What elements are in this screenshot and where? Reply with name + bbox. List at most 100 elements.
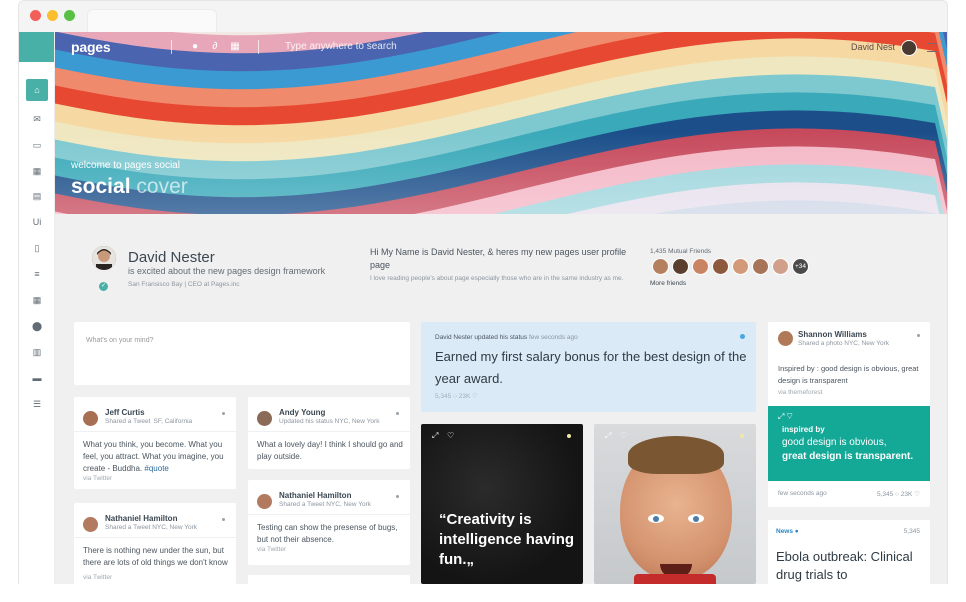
post-text: Testing can show the presense of bugs, b… [257, 523, 398, 544]
avatar[interactable] [257, 411, 272, 426]
verified-icon: ✓ [99, 282, 108, 291]
more-friends-badge[interactable]: +34 [792, 258, 809, 275]
top-bar: pages ● ∂ ▦ Type anywhere to search Davi… [55, 32, 947, 62]
news-card: News ● 5,345 Ebola outbreak: Clinical dr… [768, 520, 930, 584]
post-text: What a lovely day! I think I should go a… [257, 440, 403, 461]
news-headline[interactable]: Ebola outbreak: Clinical drug trials to [776, 548, 926, 584]
post-author[interactable]: Nathaniel Hamilton [279, 491, 351, 500]
profile-location: San Fransisco Bay | CEO at Pages.inc [128, 281, 240, 288]
profile-description: is excited about the new pages design fr… [128, 266, 326, 276]
builder-icon[interactable]: ▤ [26, 185, 48, 207]
friend-avatar[interactable] [652, 258, 669, 275]
options-icon[interactable] [396, 495, 399, 498]
friend-avatar[interactable] [752, 258, 769, 275]
news-tag[interactable]: News ● [776, 528, 799, 535]
quote-card: ⤢ ♡ “Creativity is intelligence having f… [421, 424, 583, 584]
friend-avatar[interactable] [692, 258, 709, 275]
divider [74, 537, 236, 538]
menu-icon[interactable]: ≡ [26, 263, 48, 285]
options-icon[interactable] [222, 412, 225, 415]
cover-subtitle: welcome to pages social [71, 160, 180, 171]
status-highlight-card: David Nester updated his status few seco… [421, 322, 756, 412]
post-author[interactable]: Jeff Curtis [105, 408, 145, 417]
globe-icon[interactable]: ● [189, 41, 201, 53]
mail-icon[interactable]: ✉ [26, 108, 48, 130]
post-card: Jeff Curtis Shared a Tweet SF, Californi… [74, 397, 236, 489]
ui-icon[interactable]: Ui [26, 211, 48, 233]
home-icon[interactable]: ⌂ [26, 79, 48, 101]
post-card [248, 575, 410, 584]
more-friends-link[interactable]: More friends [650, 280, 686, 287]
divider [248, 514, 410, 515]
post-via: via Twitter [83, 475, 113, 482]
options-icon[interactable] [396, 412, 399, 415]
minimize-window-icon[interactable] [47, 10, 58, 21]
heart-icon[interactable]: ♡ [447, 431, 454, 440]
post-author[interactable]: Shannon Williams [798, 330, 867, 339]
expand-icon[interactable]: ⤢ [432, 431, 438, 441]
cover-banner: pages ● ∂ ▦ Type anywhere to search Davi… [55, 32, 947, 214]
post-via: via Twitter [83, 574, 113, 581]
portrait-collar [634, 574, 716, 584]
friend-avatar[interactable] [712, 258, 729, 275]
divider [258, 40, 259, 54]
table-icon[interactable]: ▦ [26, 289, 48, 311]
avatar[interactable] [778, 331, 793, 346]
photo-card: ⤢ ♡ [594, 424, 756, 584]
avatar[interactable] [83, 517, 98, 532]
post-text: Inspired by : good design is obvious, gr… [778, 364, 919, 385]
portrait-eye [688, 514, 704, 523]
close-window-icon[interactable] [30, 10, 41, 21]
profile-avatar[interactable] [92, 246, 116, 270]
expand-icon[interactable]: ⤢ ♡ [778, 412, 793, 422]
status-input[interactable]: What's on your mind? [86, 337, 153, 344]
status-dot [740, 434, 744, 438]
chart-icon[interactable]: ▥ [26, 341, 48, 363]
friend-avatar[interactable] [732, 258, 749, 275]
post-author[interactable]: Andy Young [279, 408, 325, 417]
menu-icon[interactable] [927, 43, 937, 52]
file-icon[interactable]: ▯ [26, 237, 48, 259]
profile-intro-small: I love reading people's about page espec… [370, 275, 624, 282]
hashtag-link[interactable]: #quote [144, 464, 168, 473]
sidebar: ⌂ ✉ ▭ ▦ ▤ Ui ▯ ≡ ▦ ⬤ ▥ ▬ ☰ [19, 32, 55, 584]
app-logo[interactable]: pages [71, 39, 111, 55]
maximize-window-icon[interactable] [64, 10, 75, 21]
user-name[interactable]: David Nest [851, 42, 895, 52]
link-icon[interactable]: ∂ [209, 41, 221, 53]
highlight-meta: David Nester updated his status few seco… [435, 334, 578, 341]
cover-title: social cover [71, 175, 188, 198]
browser-tab[interactable] [87, 9, 217, 33]
calendar-icon[interactable]: ▦ [26, 160, 48, 182]
post-meta: Shared a Tweet NYC, New York [105, 524, 198, 531]
heart-icon[interactable]: ♡ [620, 431, 627, 440]
avatar[interactable] [83, 411, 98, 426]
status-input-card[interactable]: What's on your mind? [74, 322, 410, 385]
post-card: Andy Young Updated his status NYC, New Y… [248, 397, 410, 469]
chat-icon[interactable]: ▭ [26, 134, 48, 156]
post-meta: Updated his status NYC, New York [279, 418, 380, 425]
briefcase-icon[interactable]: ▬ [26, 367, 48, 389]
friend-avatar[interactable] [772, 258, 789, 275]
post-stats: 5,345 ○ 23K ♡ [876, 491, 920, 498]
list-icon[interactable]: ☰ [26, 393, 48, 415]
options-icon[interactable] [917, 334, 920, 337]
app-window: ⌂ ✉ ▭ ▦ ▤ Ui ▯ ≡ ▦ ⬤ ▥ ▬ ☰ pages ● ∂ ▦ Type anywhere… [18, 32, 948, 584]
divider [248, 431, 410, 432]
search-input[interactable]: Type anywhere to search [285, 41, 397, 52]
post-author[interactable]: Nathaniel Hamilton [105, 514, 177, 523]
avatar[interactable] [257, 494, 272, 509]
portrait-eye [648, 514, 664, 523]
grid-icon[interactable]: ▦ [229, 41, 241, 53]
friend-avatar[interactable] [672, 258, 689, 275]
expand-icon[interactable]: ⤢ [605, 431, 611, 441]
post-text: What you think, you become. What you fee… [83, 440, 224, 473]
map-pin-icon[interactable]: ⬤ [26, 315, 48, 337]
post-meta: Shared a Tweet SF, California [105, 418, 193, 425]
browser-chrome [18, 0, 948, 33]
inspiration-panel: ⤢ ♡ inspired by good design is obvious, g… [768, 406, 930, 481]
options-icon[interactable] [222, 518, 225, 521]
post-card: Nathaniel Hamilton Shared a Tweet NYC, N… [74, 503, 236, 584]
user-avatar[interactable] [901, 40, 917, 56]
post-meta: Shared a Tweet NYC, New York [279, 501, 372, 508]
